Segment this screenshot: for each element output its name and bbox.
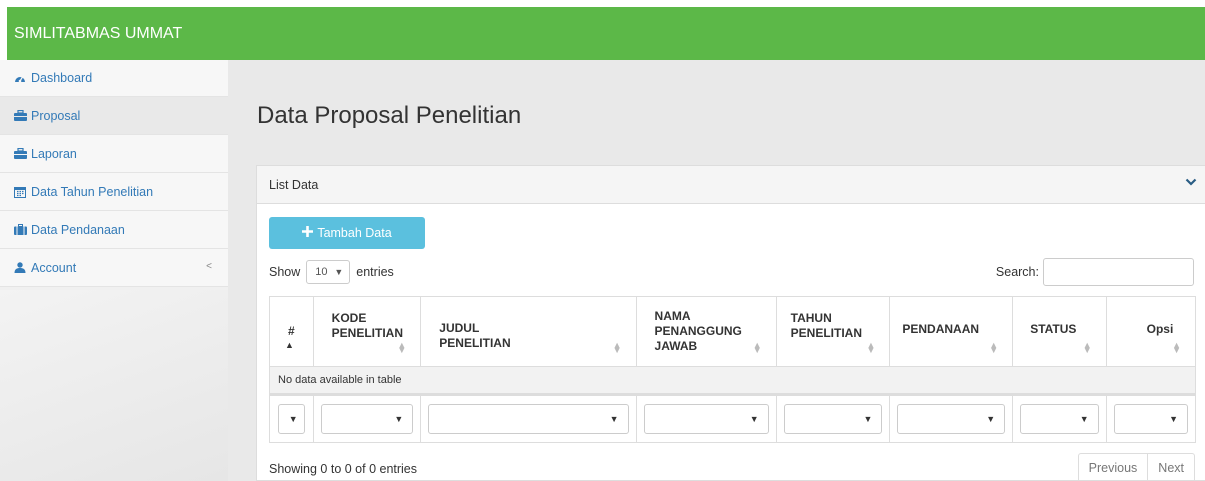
entries-length-select[interactable]: 10 ▼ (306, 260, 351, 284)
sidebar-item-label: Dashboard (31, 71, 93, 85)
column-header-judul-penelitian[interactable]: JUDUL PENELITIAN ▲ ▼ (420, 296, 637, 367)
column-header-label: JUDUL (439, 320, 480, 335)
add-data-button[interactable]: Tambah Data (269, 217, 425, 249)
briefcase-icon (14, 109, 27, 121)
column-header-label: KODE (331, 310, 367, 325)
next-button[interactable]: Next (1147, 454, 1194, 481)
sidebar-item-label: Account (31, 260, 77, 275)
sort-icon: ▲ ▼ (752, 340, 762, 355)
column-header-label: # (287, 324, 295, 338)
caret-down-icon: ▼ (334, 267, 344, 277)
sort-icon: ▲ ▼ (989, 340, 999, 355)
column-header-label: STATUS (1030, 322, 1077, 336)
column-header-number[interactable]: # ▲ (269, 296, 314, 367)
sidebar-item-dashboard[interactable]: Dashboard (0, 60, 228, 97)
column-header-label: PENELITIAN (331, 325, 403, 340)
sort-icon: ▲ ▼ (612, 340, 622, 355)
column-header-kode-penelitian[interactable]: KODE PENELITIAN ▲ ▼ (312, 296, 422, 367)
column-header-label: PENDANAAN (902, 322, 980, 336)
column-header-status[interactable]: STATUS ▲ ▼ (1012, 296, 1107, 367)
empty-table-message: No data available in table (269, 366, 1196, 396)
panel-title: List Data (269, 178, 319, 192)
filter-select-nama-penanggung-jawab[interactable]: ▼ (643, 404, 769, 434)
filter-select-tahun-penelitian[interactable]: ▼ (783, 404, 883, 434)
caret-down-icon: ▼ (863, 414, 873, 424)
app-brand[interactable]: SIMLITABMAS UMMAT (14, 7, 182, 60)
add-data-label: Tambah Data (317, 226, 392, 240)
entries-label: entries (356, 265, 394, 279)
briefcase-icon (14, 147, 27, 159)
page-title: Data Proposal Penelitian (257, 102, 522, 129)
sidebar-item-laporan[interactable]: Laporan (0, 135, 228, 173)
chevron-left-icon: < (206, 261, 212, 272)
search-label: Search: (995, 265, 1039, 279)
column-header-tahun-penelitian[interactable]: TAHUN PENELITIAN ▲ ▼ (775, 296, 891, 367)
chevron-down-icon[interactable] (1185, 174, 1197, 189)
sidebar-item-account[interactable]: Account < (0, 249, 228, 287)
search-control: Search: (996, 258, 1194, 286)
sidebar-background (0, 290, 228, 481)
column-header-label: PENELITIAN (439, 335, 511, 350)
top-navbar: SIMLITABMAS UMMAT (7, 7, 1205, 60)
suitcase-icon (14, 224, 27, 235)
caret-down-icon: ▼ (288, 414, 298, 424)
sidebar: Dashboard Proposal Laporan Data Tahun Pe… (0, 60, 228, 481)
caret-down-icon: ▼ (1079, 414, 1089, 424)
column-header-label: PENANGGUNG (654, 324, 742, 338)
column-header-label: TAHUN (790, 310, 832, 325)
show-label: Show (269, 265, 301, 279)
filter-select-judul-penelitian[interactable]: ▼ (428, 404, 629, 434)
filter-select-kode-penelitian[interactable]: ▼ (320, 404, 414, 434)
column-header-label: PENELITIAN (790, 325, 862, 340)
calendar-icon (14, 186, 26, 198)
caret-down-icon: ▼ (986, 414, 996, 424)
column-header-opsi[interactable]: Opsi ▲ ▼ (1105, 296, 1197, 367)
sidebar-item-label: Laporan (31, 146, 77, 161)
entries-length-control: Show 10 ▼ entries (269, 260, 394, 284)
sort-icon: ▲ ▼ (866, 340, 876, 355)
table-header-row: # ▲ KODE PENELITIAN ▲ ▼ JUDUL PENELITIAN… (269, 296, 1197, 367)
caret-down-icon: ▼ (394, 414, 404, 424)
column-header-pendanaan[interactable]: PENDANAAN ▲ ▼ (889, 296, 1014, 367)
main-content: Data Proposal Penelitian List Data Tamba… (228, 60, 1205, 481)
previous-button[interactable]: Previous (1079, 454, 1148, 481)
sort-asc-icon: ▲ (285, 340, 294, 350)
dashboard-icon (14, 73, 26, 84)
column-header-label: Opsi (1146, 322, 1174, 336)
filter-select-opsi[interactable]: ▼ (1113, 404, 1188, 434)
filter-select-pendanaan[interactable]: ▼ (897, 404, 1006, 434)
table-row: No data available in table (269, 366, 1196, 396)
pagination: Previous Next (1077, 453, 1195, 481)
caret-down-icon: ▼ (749, 414, 759, 424)
sort-icon: ▲ ▼ (397, 340, 407, 355)
proposal-table: # ▲ KODE PENELITIAN ▲ ▼ JUDUL PENELITIAN… (269, 296, 1197, 443)
panel-header: List Data (257, 166, 1205, 204)
column-header-nama-penanggung-jawab[interactable]: NAMA PENANGGUNG JAWAB ▲ ▼ (635, 296, 777, 367)
sidebar-item-proposal[interactable]: Proposal (0, 97, 228, 135)
sidebar-item-data-tahun-penelitian[interactable]: Data Tahun Penelitian (0, 173, 228, 211)
sort-icon: ▲ ▼ (1172, 340, 1181, 355)
user-icon (14, 262, 26, 273)
entries-length-value: 10 (315, 266, 328, 278)
caret-down-icon: ▼ (609, 414, 619, 424)
caret-down-icon: ▼ (1169, 414, 1178, 424)
list-data-panel: List Data Tambah Data Show 10 ▼ entries … (256, 165, 1205, 481)
table-info: Showing 0 to 0 of 0 entries (269, 462, 418, 476)
filter-row: ▼ ▼ ▼ ▼ ▼ ▼ ▼ ▼ (269, 394, 1197, 443)
plus-icon (302, 224, 314, 242)
filter-select-number[interactable]: ▼ (278, 404, 305, 434)
sidebar-item-data-pendanaan[interactable]: Data Pendanaan (0, 211, 228, 249)
filter-select-status[interactable]: ▼ (1020, 404, 1099, 434)
column-header-label: NAMA (654, 309, 691, 323)
sort-icon: ▲ ▼ (1082, 340, 1092, 355)
sidebar-item-label: Data Tahun Penelitian (31, 184, 154, 199)
sidebar-item-label: Data Pendanaan (31, 222, 125, 237)
sidebar-item-label: Proposal (31, 108, 81, 123)
search-input[interactable] (1043, 258, 1194, 286)
